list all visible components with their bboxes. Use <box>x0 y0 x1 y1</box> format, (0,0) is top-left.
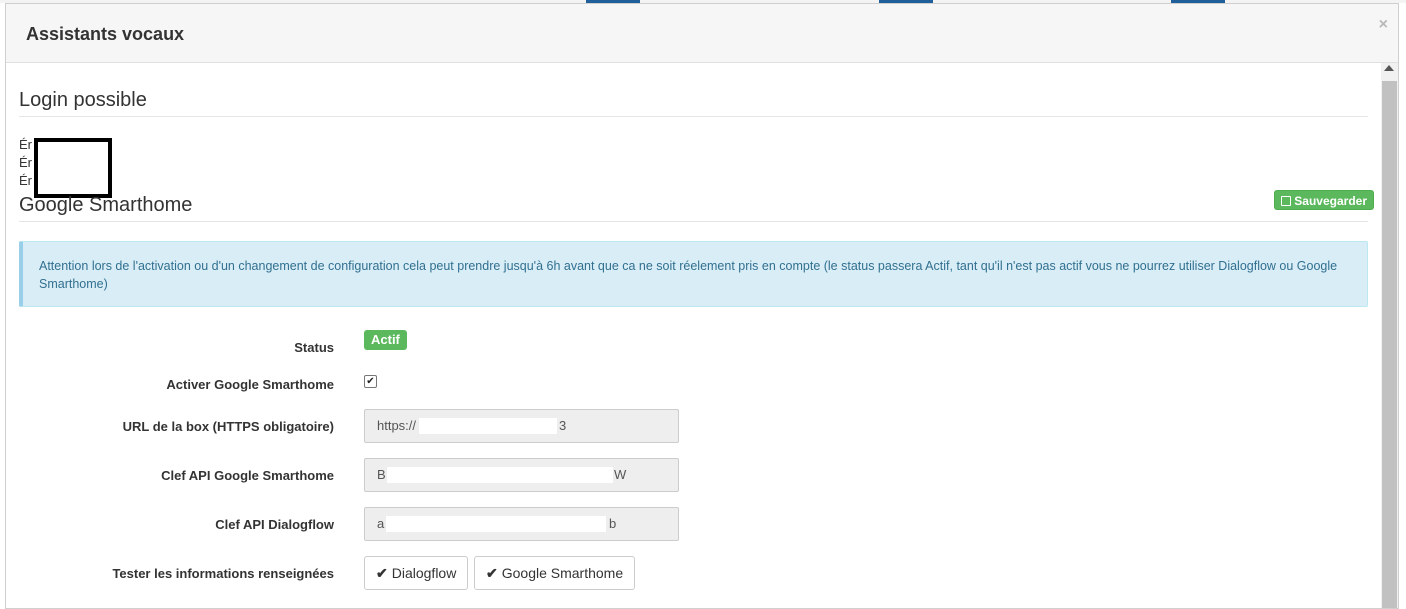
redaction-mask <box>386 516 606 532</box>
login-list: Ér Ér Ér <box>19 136 32 190</box>
url-label: URL de la box (HTTPS obligatoire) <box>122 419 334 434</box>
dialogflow-api-key-value-start: a <box>377 516 385 531</box>
modal-body: Login possible Ér Ér Ér Google Smarthome… <box>6 63 1378 608</box>
login-line: Ér <box>19 173 32 188</box>
google-section-title: Google Smarthome <box>19 194 1368 222</box>
status-badge: Actif <box>364 330 407 350</box>
scrollbar-thumb[interactable] <box>1382 81 1397 608</box>
url-input[interactable]: https:// 3 <box>364 409 679 443</box>
check-icon: ✔ <box>376 565 388 581</box>
enable-label: Activer Google Smarthome <box>166 377 334 392</box>
google-api-key-value-start: B <box>377 467 386 482</box>
save-button[interactable]: Sauvegarder <box>1274 190 1374 210</box>
modal-header: Assistants vocaux × <box>6 4 1398 63</box>
save-button-label: Sauvegarder <box>1294 194 1367 208</box>
dialogflow-api-key-label: Clef API Dialogflow <box>215 517 334 532</box>
check-icon: ✔ <box>486 565 498 581</box>
test-google-smarthome-button[interactable]: ✔ Google Smarthome <box>474 556 636 590</box>
url-value-start: https:// <box>377 418 417 433</box>
voice-assistants-modal: Assistants vocaux × Login possible Ér Ér… <box>5 3 1399 609</box>
close-icon[interactable]: × <box>1379 16 1388 34</box>
login-line: Ér <box>19 155 32 170</box>
status-label: Status <box>294 340 334 355</box>
redaction-mask <box>387 467 613 483</box>
login-section-title: Login possible <box>19 89 1368 117</box>
scroll-up-arrow-icon[interactable] <box>1384 65 1394 71</box>
vertical-scrollbar[interactable] <box>1381 63 1398 608</box>
enable-checkbox[interactable]: ✔ <box>364 375 377 388</box>
dialogflow-api-key-value-end: b <box>609 516 617 531</box>
google-api-key-input[interactable]: B W <box>364 458 679 492</box>
test-dialogflow-label: Dialogflow <box>391 565 457 581</box>
dialogflow-api-key-input[interactable]: a b <box>364 507 679 541</box>
test-dialogflow-button[interactable]: ✔ Dialogflow <box>364 556 469 590</box>
url-value-end: 3 <box>559 418 567 433</box>
test-label: Tester les informations renseignées <box>112 566 334 581</box>
save-icon <box>1281 196 1292 206</box>
modal-title: Assistants vocaux <box>26 24 185 44</box>
redaction-box <box>34 138 112 198</box>
info-alert: Attention lors de l'activation ou d'un c… <box>19 241 1368 307</box>
google-api-key-value-end: W <box>614 467 627 482</box>
redaction-mask <box>419 418 557 434</box>
google-api-key-label: Clef API Google Smarthome <box>161 468 334 483</box>
test-google-smarthome-label: Google Smarthome <box>501 565 624 581</box>
login-line: Ér <box>19 137 32 152</box>
